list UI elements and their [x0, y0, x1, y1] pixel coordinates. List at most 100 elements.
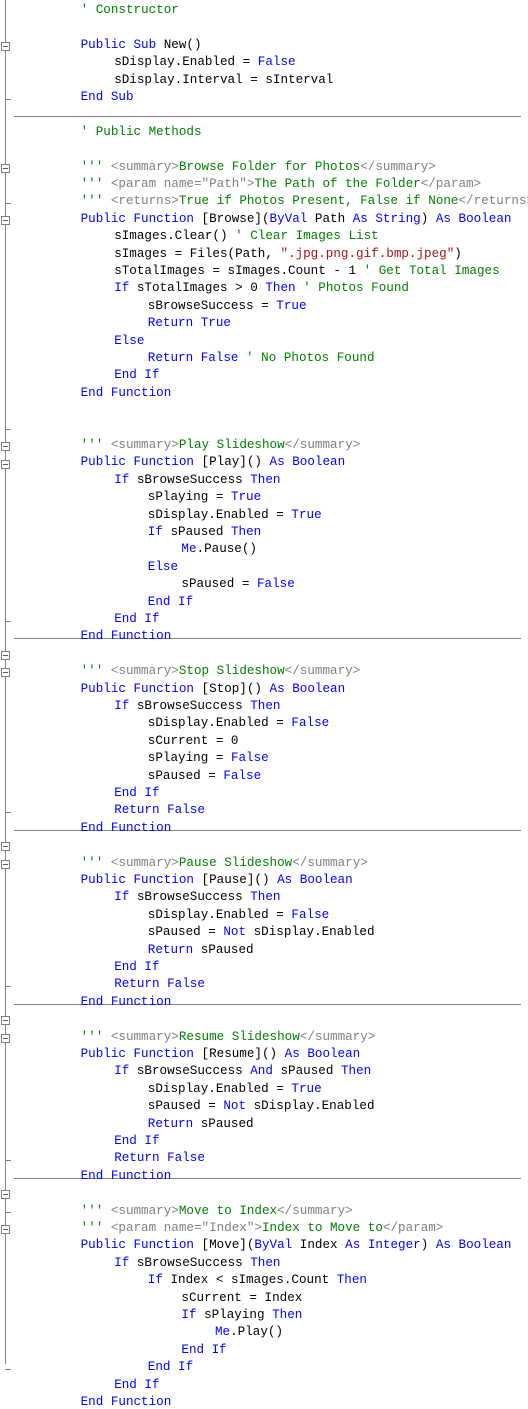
- code-line[interactable]: If sBrowseSuccess Then: [114, 1256, 280, 1270]
- code-line[interactable]: End If: [114, 1378, 159, 1392]
- code-line[interactable]: If sBrowseSuccess And sPaused Then: [114, 1064, 371, 1078]
- code-line[interactable]: If sBrowseSuccess Then: [114, 890, 280, 904]
- code-line[interactable]: sCurrent = 0: [148, 734, 239, 748]
- code-line[interactable]: If sTotalImages > 0 Then ' Photos Found: [114, 281, 409, 295]
- code-line[interactable]: ''' <summary>Stop Slideshow</summary>: [81, 664, 361, 678]
- code-line[interactable]: End Sub: [81, 90, 134, 104]
- code-line[interactable]: sDisplay.Enabled = False: [114, 55, 295, 69]
- code-line[interactable]: End If: [114, 1134, 159, 1148]
- code-line[interactable]: ''' <param name="Index">Index to Move to…: [81, 1221, 444, 1235]
- code-token-xtag: </returns>: [459, 194, 528, 208]
- code-token-kw: Me: [181, 542, 196, 556]
- code-line[interactable]: Return True: [148, 316, 231, 330]
- code-line[interactable]: End If: [148, 595, 193, 609]
- code-line[interactable]: Else: [148, 560, 178, 574]
- code-line[interactable]: sBrowseSuccess = True: [148, 299, 307, 313]
- code-line[interactable]: ' Constructor: [81, 3, 179, 17]
- code-line[interactable]: ''' <summary>Resume Slideshow</summary>: [81, 1030, 376, 1044]
- code-line[interactable]: sPlaying = False: [148, 751, 269, 765]
- code-text-area[interactable]: ' Constructor Public Sub New() sDisplay.En…: [0, 0, 528, 1364]
- code-token-pl: sPlaying =: [148, 490, 231, 504]
- code-editor[interactable]: ' Constructor Public Sub New() sDisplay.En…: [0, 0, 528, 1364]
- code-line[interactable]: Public Function [Resume]() As Boolean: [81, 1047, 361, 1061]
- code-line[interactable]: End Function: [81, 1395, 172, 1409]
- code-line[interactable]: sPlaying = True: [148, 490, 261, 504]
- code-line[interactable]: Public Function [Browse](ByVal Path As S…: [81, 212, 512, 226]
- code-line[interactable]: Public Function [Play]() As Boolean: [81, 455, 346, 469]
- code-line[interactable]: sPaused = Not sDisplay.Enabled: [148, 925, 375, 939]
- code-line[interactable]: If sPlaying Then: [181, 1308, 302, 1322]
- code-token-pl: sPaused =: [148, 1099, 224, 1113]
- code-line[interactable]: If sBrowseSuccess Then: [114, 473, 280, 487]
- code-token-pl: sPaused =: [181, 577, 257, 591]
- code-line[interactable]: Me.Pause(): [181, 542, 257, 556]
- code-token-xtag: <param name="Index">: [111, 1221, 262, 1235]
- code-line[interactable]: End Function: [81, 1169, 172, 1183]
- code-line[interactable]: End If: [148, 1360, 193, 1374]
- code-token-kw: Return False: [114, 977, 205, 991]
- code-line[interactable]: ''' <summary>Move to Index</summary>: [81, 1204, 353, 1218]
- code-line[interactable]: End If: [114, 786, 159, 800]
- code-line[interactable]: sPaused = Not sDisplay.Enabled: [148, 1099, 375, 1113]
- code-token-kw: Return: [148, 1117, 201, 1131]
- code-token-kw: As Boolean: [270, 682, 346, 696]
- code-line[interactable]: Return False: [114, 1151, 205, 1165]
- code-line[interactable]: ''' <returns>True if Photos Present, Fal…: [81, 194, 528, 208]
- code-line[interactable]: sDisplay.Interval = sInterval: [114, 73, 333, 87]
- code-line[interactable]: If Index < sImages.Count Then: [148, 1273, 367, 1287]
- code-token-kw: Then: [250, 890, 280, 904]
- code-token-pl: sCurrent = 0: [148, 734, 239, 748]
- code-token-pl: sBrowseSuccess =: [148, 299, 276, 313]
- code-token-kw: True: [291, 508, 321, 522]
- code-token-xtag: </summary>: [292, 856, 368, 870]
- code-token-pl: sTotalImages > 0: [137, 281, 265, 295]
- code-line[interactable]: sDisplay.Enabled = False: [148, 716, 329, 730]
- code-line[interactable]: End Function: [81, 629, 172, 643]
- code-token-kw: False: [291, 908, 329, 922]
- code-line[interactable]: sPaused = False: [148, 769, 261, 783]
- code-line[interactable]: Return sPaused: [148, 943, 254, 957]
- code-line[interactable]: sTotalImages = sImages.Count - 1 ' Get T…: [114, 264, 499, 278]
- code-token-kw: As Boolean: [436, 212, 512, 226]
- code-line[interactable]: sImages = Files(Path, ".jpg.png.gif.bmp.…: [114, 247, 462, 261]
- code-line[interactable]: If sBrowseSuccess Then: [114, 699, 280, 713]
- code-line[interactable]: End If: [114, 960, 159, 974]
- code-line[interactable]: If sPaused Then: [148, 525, 261, 539]
- code-line[interactable]: sCurrent = Index: [181, 1291, 302, 1305]
- code-line[interactable]: End Function: [81, 995, 172, 1009]
- code-line[interactable]: sDisplay.Enabled = False: [148, 908, 329, 922]
- code-line[interactable]: sDisplay.Enabled = True: [148, 1082, 322, 1096]
- code-line[interactable]: sPaused = False: [181, 577, 294, 591]
- code-token-xtxt: Stop Slideshow: [179, 664, 285, 678]
- code-token-kw: If: [114, 1256, 137, 1270]
- code-line[interactable]: Return False: [114, 803, 205, 817]
- code-line[interactable]: End Function: [81, 386, 172, 400]
- code-line[interactable]: sImages.Clear() ' Clear Images List: [114, 229, 379, 243]
- code-token-kw: Public Function: [81, 212, 202, 226]
- code-line[interactable]: End If: [181, 1343, 226, 1357]
- code-line[interactable]: sDisplay.Enabled = True: [148, 508, 322, 522]
- code-line[interactable]: Me.Play(): [215, 1325, 283, 1339]
- code-line[interactable]: Public Function [Stop]() As Boolean: [81, 682, 346, 696]
- code-line[interactable]: Public Function [Move](ByVal Index As In…: [81, 1238, 512, 1252]
- code-line[interactable]: End Function: [81, 821, 172, 835]
- code-line[interactable]: ''' <summary>Browse Folder for Photos</s…: [81, 160, 436, 174]
- code-line[interactable]: Public Function [Pause]() As Boolean: [81, 873, 353, 887]
- code-token-kw: End If: [148, 1360, 193, 1374]
- code-line[interactable]: ''' <param name="Path">The Path of the F…: [81, 177, 482, 191]
- code-line[interactable]: Public Sub New(): [81, 38, 202, 52]
- code-line[interactable]: ' Public Methods: [81, 125, 202, 139]
- code-line[interactable]: End If: [114, 612, 159, 626]
- code-token-xtag: <summary>: [111, 856, 179, 870]
- code-line[interactable]: Return False ' No Photos Found: [148, 351, 375, 365]
- code-token-kw: Public Function: [81, 455, 202, 469]
- code-line[interactable]: ''' <summary>Play Slideshow</summary>: [81, 438, 361, 452]
- code-token-kw: Then: [250, 1256, 280, 1270]
- code-line[interactable]: Else: [114, 334, 144, 348]
- code-line[interactable]: ''' <summary>Pause Slideshow</summary>: [81, 856, 368, 870]
- code-token-kw: Public Function: [81, 1047, 202, 1061]
- code-line[interactable]: End If: [114, 368, 159, 382]
- code-line[interactable]: Return False: [114, 977, 205, 991]
- code-token-kw: Public Function: [81, 1238, 202, 1252]
- code-line[interactable]: Return sPaused: [148, 1117, 254, 1131]
